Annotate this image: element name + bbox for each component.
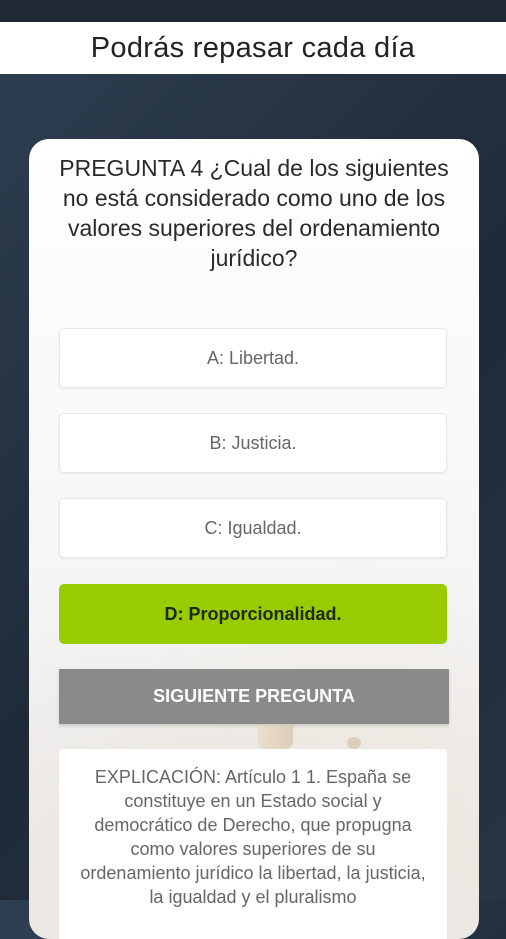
quiz-card: PREGUNTA 4 ¿Cual de los siguientes no es… [29,139,479,939]
option-d-button[interactable]: D: Proporcionalidad. [59,584,447,644]
option-b-button[interactable]: B: Justicia. [59,413,447,473]
option-a-button[interactable]: A: Libertad. [59,328,447,388]
next-question-label: SIGUIENTE PREGUNTA [153,686,355,706]
background-decoration [257,725,293,749]
option-b-label: B: Justicia. [209,432,297,453]
header-banner: Podrás repasar cada día [0,22,506,74]
top-strip [0,0,506,22]
option-c-label: C: Igualdad. [204,517,302,538]
option-a-label: A: Libertad. [206,347,300,368]
explanation-panel: EXPLICACIÓN: Artículo 1 1. España se con… [59,749,447,939]
header-title: Podrás repasar cada día [90,31,416,64]
explanation-text: EXPLICACIÓN: Artículo 1 1. España se con… [80,767,426,907]
option-d-label: D: Proporcionalidad. [164,603,342,624]
background-decoration [347,737,361,749]
next-question-button[interactable]: SIGUIENTE PREGUNTA [59,669,449,724]
option-c-button[interactable]: C: Igualdad. [59,498,447,558]
question-text: PREGUNTA 4 ¿Cual de los siguientes no es… [59,155,449,271]
